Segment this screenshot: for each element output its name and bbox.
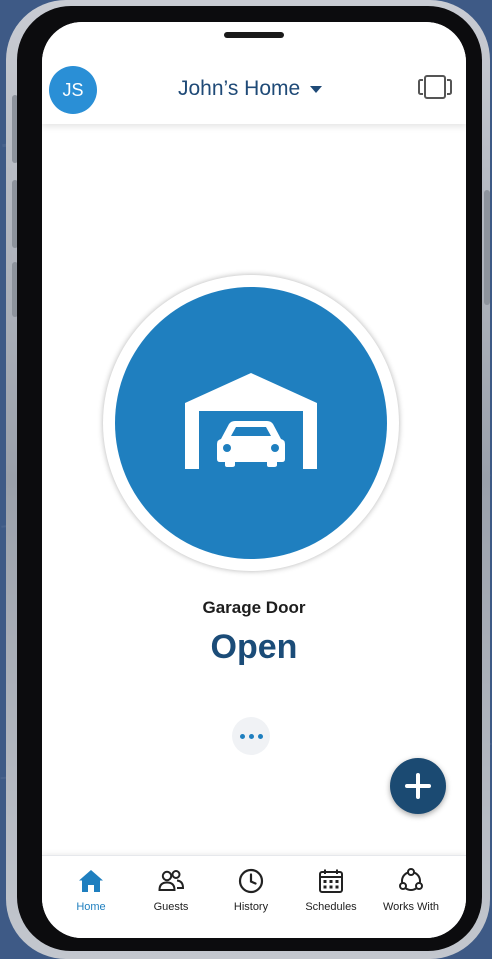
caret-down-icon <box>310 85 323 93</box>
tab-works-with[interactable]: Works With <box>369 856 453 938</box>
home-name: John’s Home <box>178 77 301 100</box>
guests-icon <box>158 870 184 891</box>
tab-schedules[interactable]: Schedules <box>289 856 373 938</box>
home-selector[interactable]: John’s Home <box>178 75 323 103</box>
user-avatar[interactable]: JS <box>49 66 97 114</box>
garage-car-icon <box>185 373 317 469</box>
tab-label: Works With <box>382 901 440 913</box>
app-header: JS John’s Home <box>42 22 466 124</box>
tab-label: Home <box>76 901 106 913</box>
phone-notch <box>224 32 284 38</box>
phone-side-button <box>484 190 490 305</box>
tab-history[interactable]: History <box>209 856 293 938</box>
app-screen: JS John’s Home Garage Door Open Home Gue… <box>42 22 466 938</box>
tab-label: History <box>233 901 269 913</box>
device-name: Garage Door <box>202 598 306 617</box>
bottom-tab-bar: Home Guests History Schedules Works With <box>42 855 466 938</box>
plus-icon <box>416 773 420 799</box>
more-horizontal-icon <box>257 733 263 739</box>
tab-home[interactable]: Home <box>49 856 133 938</box>
avatar-initials: JS <box>62 79 84 100</box>
tab-label: Guests <box>153 901 189 913</box>
more-horizontal-icon <box>239 733 245 739</box>
devices-switch-icon[interactable] <box>418 74 452 100</box>
garage-door-toggle[interactable] <box>115 287 387 559</box>
tab-label: Schedules <box>305 901 357 913</box>
more-horizontal-icon <box>248 733 254 739</box>
add-device-button[interactable] <box>390 758 446 814</box>
more-options-button[interactable] <box>232 717 270 755</box>
works-with-icon <box>399 868 423 891</box>
home-icon <box>79 870 103 892</box>
calendar-icon <box>319 869 343 893</box>
device-hero <box>103 275 399 571</box>
tab-guests[interactable]: Guests <box>129 856 213 938</box>
clock-icon <box>238 868 264 894</box>
device-state: Open <box>210 628 298 666</box>
